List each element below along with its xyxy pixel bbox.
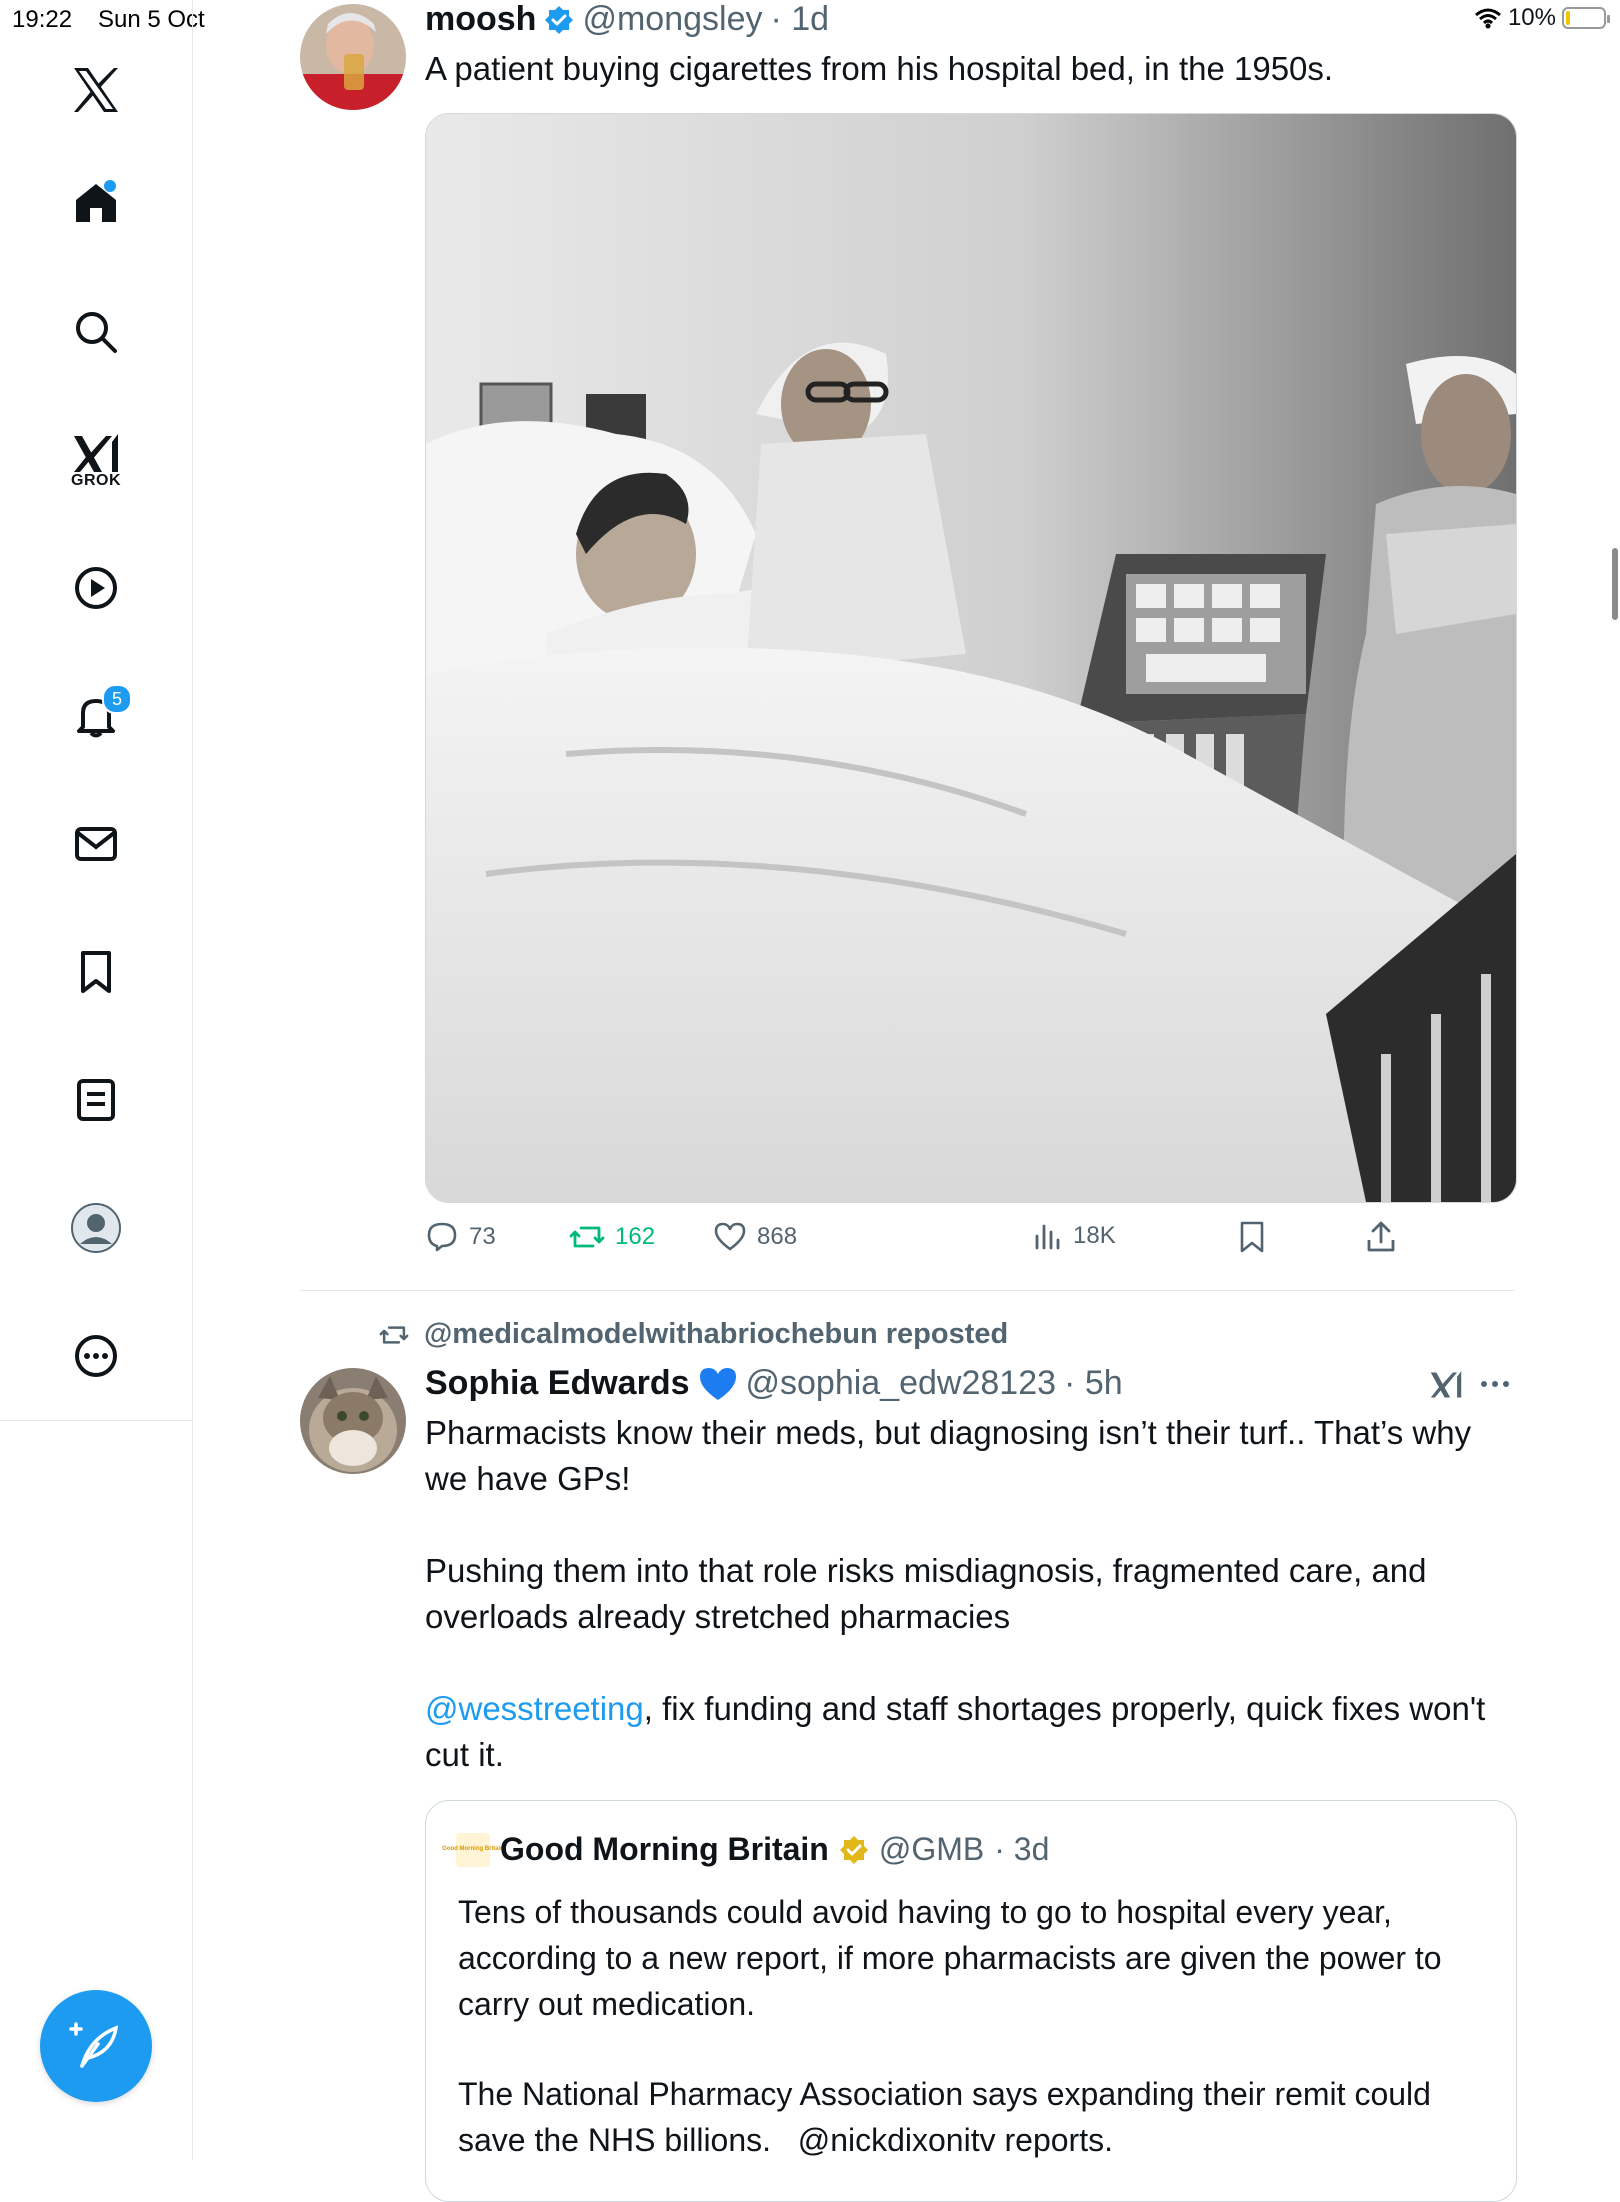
tweet1-text: A patient buying cigarettes from his hos…: [425, 50, 1334, 87]
sidebar-border: [192, 1420, 193, 2160]
grok-label: GROK: [71, 472, 121, 489]
bookmarks-icon[interactable]: [64, 940, 128, 1004]
reposted-by-label: @medicalmodelwithabriochebun reposted: [424, 1318, 1009, 1350]
blue-heart-icon: [699, 1367, 736, 1400]
tweet-divider: [300, 1290, 1515, 1291]
quote-paragraph-1: Tens of thousands could avoid having to …: [458, 1894, 1442, 2022]
tweet2-display-name[interactable]: Sophia Edwards: [425, 1364, 690, 1403]
verified-badge-icon: [545, 5, 574, 34]
tweet1-header: moosh @mongsley · 1d: [425, 0, 829, 39]
share-button[interactable]: [1365, 1220, 1397, 1254]
lists-icon[interactable]: [64, 1068, 128, 1132]
grok-explain-icon[interactable]: [1428, 1368, 1464, 1402]
reply-icon: [427, 1222, 457, 1252]
heart-icon: [714, 1222, 746, 1251]
search-icon[interactable]: [64, 300, 128, 364]
tweet1-display-name[interactable]: moosh: [425, 0, 536, 39]
notifications-badge: 5: [102, 684, 132, 714]
bookmark-icon: [1240, 1221, 1264, 1253]
compose-post-button[interactable]: [40, 1990, 152, 2102]
share-icon: [1367, 1221, 1395, 1252]
repost-count: 162: [615, 1223, 656, 1250]
tweet1-timestamp[interactable]: · 1d: [770, 0, 829, 39]
notifications-bell-icon[interactable]: 5: [64, 684, 132, 748]
tweet-more-icon[interactable]: [1480, 1378, 1510, 1390]
repost-icon: [569, 1226, 605, 1248]
wifi-icon: [1474, 8, 1501, 29]
views-count: 18K: [1073, 1222, 1116, 1249]
reply-button[interactable]: 73: [425, 1220, 496, 1254]
tweet1-actions: 73 162 868 18K: [425, 1220, 1515, 1260]
tweet1-handle[interactable]: @mongsley: [582, 0, 762, 39]
gold-verified-badge-icon: [839, 1835, 868, 1864]
x-logo-icon[interactable]: [64, 58, 128, 122]
reply-count: 73: [469, 1223, 496, 1250]
quote-handle: @GMB: [878, 1831, 985, 1867]
battery-level: [1566, 11, 1570, 25]
quoted-tweet-header: Good Morning Britain Good Morning Britai…: [442, 1831, 1050, 1868]
quote-timestamp: · 3d: [994, 1831, 1050, 1867]
like-button[interactable]: 868: [713, 1220, 797, 1254]
quote-mention: @nickdixonitv: [797, 2122, 996, 2158]
quote-display-name: Good Morning Britain: [500, 1831, 829, 1867]
gmb-logo: Good Morning Britain: [442, 1832, 504, 1867]
more-options-icon[interactable]: [64, 1324, 128, 1388]
scrollbar-thumb[interactable]: [1612, 548, 1618, 620]
quote-paragraph-2-tail: reports.: [995, 2122, 1113, 2158]
mention-link[interactable]: @wesstreeting: [425, 1690, 644, 1727]
hospital-photo-image: [426, 114, 1516, 1202]
views-chart-icon: [1035, 1224, 1060, 1250]
sidebar: GROK 5: [0, 0, 193, 1421]
repost-context[interactable]: @medicalmodelwithabriochebun reposted: [378, 1318, 1008, 1351]
grok-icon[interactable]: GROK: [64, 422, 128, 489]
status-indicators: 10%: [1474, 4, 1610, 32]
quoted-tweet[interactable]: Good Morning Britain Good Morning Britai…: [425, 1800, 1517, 2202]
messages-icon[interactable]: [64, 812, 128, 876]
quote-paragraph-2: The National Pharmacy Association says e…: [458, 2071, 1488, 2163]
tweet2-paragraph-1: Pharmacists know their meds, but diagnos…: [425, 1414, 1472, 1497]
tweet2-handle[interactable]: @sophia_edw28123: [746, 1364, 1057, 1403]
home-icon[interactable]: [64, 170, 128, 234]
views-button[interactable]: 18K: [1033, 1220, 1116, 1252]
bookmark-button[interactable]: [1237, 1220, 1267, 1254]
tweet2-paragraph-3: @wesstreeting, fix funding and staff sho…: [425, 1686, 1515, 1778]
repost-small-icon: [379, 1325, 409, 1344]
moosh-avatar[interactable]: [300, 4, 406, 110]
profile-avatar-icon[interactable]: [64, 1196, 128, 1260]
battery-percent: 10%: [1507, 4, 1556, 31]
repost-button[interactable]: 162: [569, 1220, 655, 1254]
video-icon[interactable]: [64, 556, 128, 620]
tweet2-timestamp[interactable]: · 5h: [1064, 1364, 1123, 1403]
tweet2-paragraph-2: Pushing them into that role risks misdia…: [425, 1552, 1427, 1635]
sophia-avatar[interactable]: [300, 1368, 406, 1474]
battery-icon: [1562, 7, 1610, 29]
home-unread-dot: [104, 180, 116, 192]
tweet2-header: Sophia Edwards @sophia_edw28123 · 5h: [425, 1364, 1123, 1403]
compose-feather-icon: [69, 2022, 119, 2068]
tweet1-photo[interactable]: [425, 113, 1517, 1203]
like-count: 868: [757, 1223, 798, 1250]
